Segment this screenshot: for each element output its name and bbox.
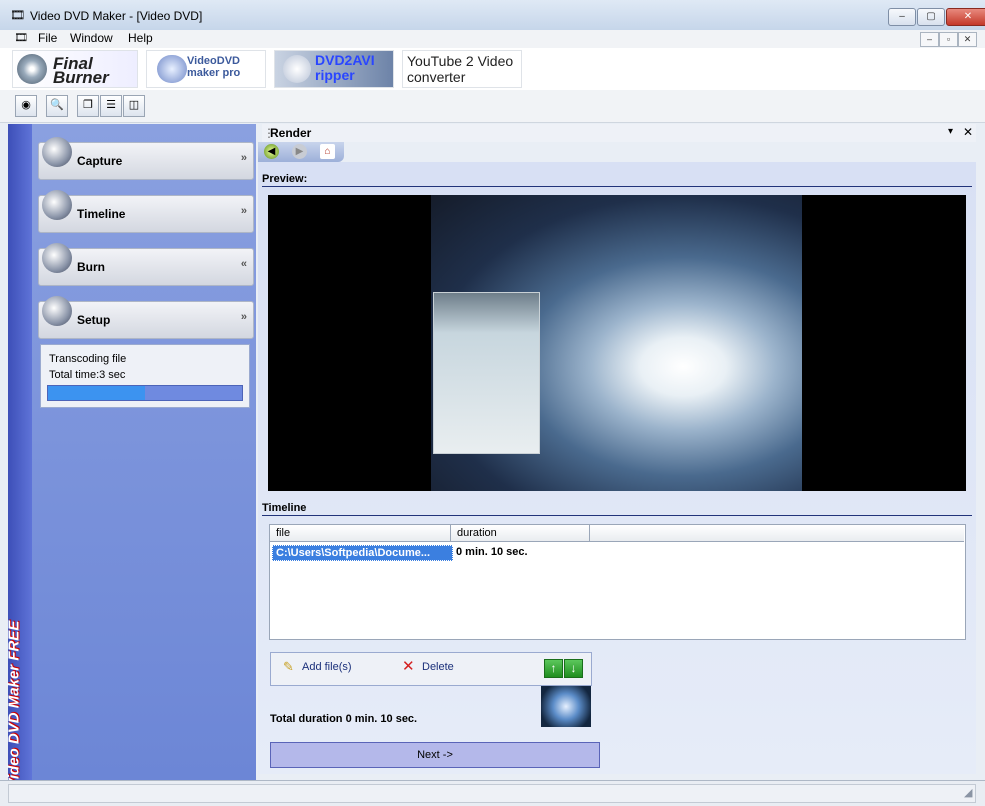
dropdown-arrow-icon[interactable]: ▾	[948, 126, 953, 137]
preview-frame-detail	[433, 292, 540, 454]
close-panel-icon[interactable]: ✕	[963, 125, 973, 139]
chevron-up-icon: «	[240, 258, 247, 270]
gear-icon	[42, 296, 72, 326]
progress-bar	[47, 385, 243, 401]
tile-vertical-icon[interactable]: ◫	[123, 95, 145, 117]
maximize-button[interactable]: ▢	[917, 8, 945, 26]
window-title: Video DVD Maker - [Video DVD]	[30, 9, 203, 23]
resize-grip-icon[interactable]: ◢	[964, 786, 972, 799]
progress-bar-fill	[48, 386, 145, 400]
render-title: Render	[270, 126, 312, 140]
videodvd-maker-pro-logo[interactable]: VideoDVD maker pro	[146, 50, 266, 88]
timeline-label: Timeline	[262, 502, 972, 516]
youtube2video-converter-text: YouTube 2 Video converter	[407, 53, 514, 85]
nav-capture[interactable]: Capture »	[38, 137, 254, 180]
main-toolbar: ◉ 🔍 ❐ ☰ ◫	[0, 90, 985, 123]
dvd-disc-icon	[42, 243, 72, 273]
total-duration: Total duration 0 min. 10 sec.	[270, 713, 418, 725]
nav-timeline[interactable]: Timeline »	[38, 190, 254, 233]
nav-capture-label: Capture	[77, 154, 123, 168]
app-icon: 🎞	[10, 8, 26, 22]
add-files-button[interactable]: Add file(s)	[302, 661, 352, 673]
nav-setup[interactable]: Setup »	[38, 296, 254, 339]
brand-text: Video DVD Maker FREE	[5, 620, 23, 789]
delete-icon: ✕	[402, 658, 415, 675]
open-project-icon[interactable]: 🔍	[46, 95, 68, 117]
menu-help[interactable]: Help	[124, 31, 157, 45]
dvd-icon[interactable]: ◉	[15, 95, 37, 117]
menu-bar: 🎞 File Window Help – ▫ ✕	[0, 30, 985, 49]
cascade-icon[interactable]: ❐	[77, 95, 99, 117]
column-header-duration[interactable]: duration	[451, 525, 590, 542]
next-button[interactable]: Next ->	[270, 742, 600, 768]
render-toolbar: ◀ ▶ ⌂	[258, 142, 344, 162]
final-burner-logo[interactable]: Final Burner	[12, 50, 138, 88]
disc-icon	[17, 54, 47, 84]
status-line-1: Transcoding file	[49, 353, 127, 365]
tile-horizontal-icon[interactable]: ☰	[100, 95, 122, 117]
preview-label: Preview:	[262, 173, 972, 187]
final-burner-text: Final Burner	[53, 54, 109, 87]
mdi-restore-button[interactable]: ▫	[939, 32, 958, 47]
table-row-duration-cell[interactable]: 0 min. 10 sec.	[456, 545, 528, 559]
document-icon: 🎞	[14, 32, 28, 44]
film-reel-icon	[42, 190, 72, 220]
minimize-button[interactable]: –	[888, 8, 916, 26]
add-file-icon: ✎	[283, 659, 294, 674]
disc-icon	[283, 55, 311, 83]
timeline-table[interactable]: file duration C:\Users\Softpedia\Docume.…	[269, 524, 966, 640]
status-bar: ◢	[0, 780, 985, 806]
mdi-minimize-button[interactable]: –	[920, 32, 939, 47]
transcoding-status-box: Transcoding file Total time:3 sec	[40, 344, 250, 408]
back-icon[interactable]: ◀	[264, 144, 279, 159]
dvd2avi-ripper-text: DVD2AVI ripper	[315, 52, 375, 83]
move-up-button[interactable]: ↑	[544, 659, 563, 678]
render-header: ⋮ Render ▾ ✕	[262, 124, 976, 142]
nav-setup-label: Setup	[77, 313, 111, 327]
window-titlebar[interactable]: 🎞 Video DVD Maker - [Video DVD] – ▢ ✕	[0, 0, 985, 31]
menu-window[interactable]: Window	[66, 31, 117, 45]
dvd2avi-ripper-logo[interactable]: DVD2AVI ripper	[274, 50, 394, 88]
status-pane	[8, 784, 976, 803]
column-header-file[interactable]: file	[270, 525, 451, 542]
column-header-empty	[590, 525, 964, 542]
menu-file[interactable]: File	[34, 31, 61, 45]
close-button[interactable]: ✕	[946, 8, 985, 26]
nav-burn[interactable]: Burn «	[38, 243, 254, 286]
nav-timeline-label: Timeline	[77, 207, 126, 221]
clip-thumbnail	[541, 686, 591, 727]
status-line-2: Total time:3 sec	[49, 369, 126, 381]
videodvd-maker-pro-text: VideoDVD maker pro	[187, 55, 241, 79]
product-logo-bar: Final Burner VideoDVD maker pro DVD2AVI …	[0, 48, 985, 91]
dvd-disc-icon	[157, 55, 187, 83]
home-icon[interactable]: ⌂	[320, 144, 335, 159]
mdi-close-button[interactable]: ✕	[958, 32, 977, 47]
youtube2video-converter-logo[interactable]: YouTube 2 Video converter	[402, 50, 522, 88]
delete-button[interactable]: Delete	[422, 661, 454, 673]
chevron-down-icon: »	[240, 205, 247, 217]
move-down-button[interactable]: ↓	[564, 659, 583, 678]
chevron-down-icon: »	[240, 152, 247, 164]
timeline-actions: ✎ Add file(s) ✕ Delete ↑ ↓	[270, 652, 592, 686]
table-row-file-cell[interactable]: C:\Users\Softpedia\Docume...	[272, 545, 453, 561]
camcorder-icon	[42, 137, 72, 167]
nav-burn-label: Burn	[77, 260, 105, 274]
chevron-down-icon: »	[240, 311, 247, 323]
forward-icon[interactable]: ▶	[292, 144, 307, 159]
